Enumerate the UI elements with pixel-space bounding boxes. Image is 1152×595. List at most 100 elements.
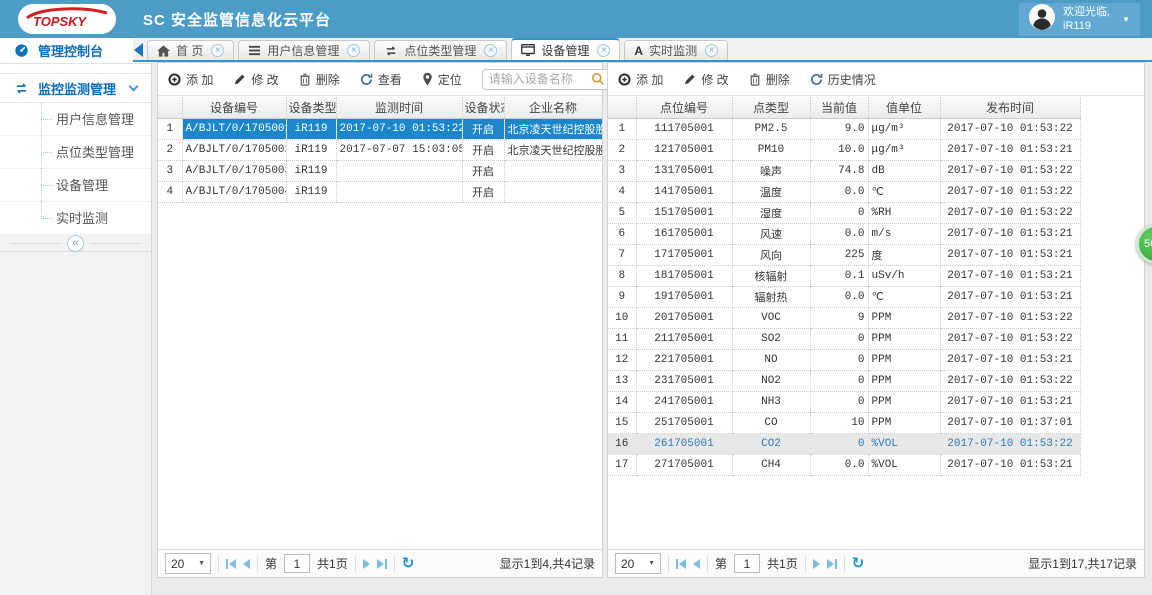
column-header[interactable] [608,97,637,119]
cell: 辐射热 [732,286,811,308]
table-row[interactable]: 6 161705001 风速 0.0 m/s 2017-07-10 01:53:21 [608,223,1081,245]
cell: %VOL [868,433,941,455]
page-number-input[interactable] [284,554,311,573]
cell: 0.0 [810,454,869,476]
table-row[interactable]: 3 131705001 噪声 74.8 dB 2017-07-10 01:53:22 [608,160,1081,182]
table-row[interactable]: 2 121705001 PM10 10.0 μg/m³ 2017-07-10 01:53:… [608,139,1081,161]
table-row[interactable]: 11 211705001 SO2 0 PPM 2017-07-10 01:53:22 [608,328,1081,350]
cell: 211705001 [636,328,733,350]
cell: 0.1 [810,265,869,287]
tab-home[interactable]: 首 页 × [147,40,235,60]
tab-point-type[interactable]: 点位类型管理 × [374,40,508,60]
sidebar-item-realtime[interactable]: 实时监测 [0,202,151,235]
row-number-cell: 3 [608,160,637,182]
locate-button[interactable]: 定位 [422,71,462,88]
table-row[interactable]: 14 241705001 NH3 0 PPM 2017-07-10 01:53:21 [608,391,1081,413]
row-number-cell: 2 [608,139,637,161]
page-size-select[interactable]: 20 ▼ [165,553,211,574]
column-header[interactable]: 点位编号 [636,97,733,119]
prev-page-button[interactable] [243,558,250,569]
table-row[interactable]: 3 A/BJLT/0/1705003 iR119 开启 [158,160,602,182]
prev-page-button[interactable] [693,558,700,569]
cell: 181705001 [636,265,733,287]
history-button[interactable]: 历史情况 [810,71,876,88]
table-row[interactable]: 2 A/BJLT/0/1705002 iR119 2017-07-07 15:03:0… [158,139,602,161]
tabs-scroll-left-icon[interactable] [134,43,143,57]
tab-device[interactable]: 设备管理 × [511,38,621,60]
table-row[interactable]: 15 251705001 CO 10 PPM 2017-07-10 01:37:01 [608,412,1081,434]
column-header[interactable]: 监测时间 [336,97,463,119]
delete-button[interactable]: 删除 [749,71,790,88]
table-row[interactable]: 4 A/BJLT/0/1705004 iR119 开启 [158,181,602,203]
column-header[interactable]: 发布时间 [940,97,1081,119]
cell: uSv/h [868,265,941,287]
table-row[interactable]: 7 171705001 风向 225 度 2017-07-10 01:53:21 [608,244,1081,266]
cell: NO2 [732,370,811,392]
tabs-container: 首 页 × 用户信息管理 × 点位类型管理 × 设备管理 × A 实时监测 × [147,38,729,60]
column-header[interactable]: 设备状态 [462,97,505,119]
next-page-button[interactable] [362,558,370,569]
row-number-cell: 15 [608,412,637,434]
cell: PPM [868,307,941,329]
first-page-button[interactable] [676,558,686,569]
welcome-text: 欢迎光临, iR119 [1063,5,1111,32]
table-row[interactable]: 1 111705001 PM2.5 9.0 μg/m³ 2017-07-10 01:53:… [608,118,1081,140]
page-number-input[interactable] [734,554,761,573]
table-row[interactable]: 5 151705001 湿度 0 %RH 2017-07-10 01:53:22 [608,202,1081,224]
loop-icon [384,45,398,57]
delete-button[interactable]: 删除 [299,71,340,88]
add-button[interactable]: 添 加 [168,71,213,88]
table-row[interactable]: 10 201705001 VOC 9 PPM 2017-07-10 01:53:22 [608,307,1081,329]
table-row[interactable]: 9 191705001 辐射热 0.0 ℃ 2017-07-10 01:53:21 [608,286,1081,308]
table-row[interactable]: 4 141705001 温度 0.0 ℃ 2017-07-10 01:53:22 [608,181,1081,203]
device-table: 设备编号设备类型监测时间设备状态企业名称1A/BJLT/0/1705001iR1… [158,97,602,548]
edit-button[interactable]: 修 改 [683,71,729,88]
sidebar-item-device[interactable]: 设备管理 [0,169,151,202]
cell: 225 [810,244,869,266]
add-button[interactable]: 添 加 [618,71,663,88]
cell: CO [732,412,811,434]
add-circle-icon [168,72,181,86]
view-button[interactable]: 查看 [360,71,402,88]
user-menu[interactable]: 欢迎光临, iR119 ▼ [1019,3,1140,36]
table-row[interactable]: 17 271705001 CH4 0.0 %VOL 2017-07-10 01:53:21 [608,454,1081,476]
column-header[interactable]: 设备编号 [182,97,287,119]
column-header[interactable]: 企业名称 [504,97,602,119]
tab-user-info[interactable]: 用户信息管理 × [238,40,371,60]
refresh-icon[interactable]: ↻ [402,556,415,571]
cell: 2017-07-10 01:53:21 [940,139,1081,161]
close-icon[interactable]: × [347,44,361,57]
row-number-cell: 1 [158,118,183,140]
table-row[interactable]: 13 231705001 NO2 0 PPM 2017-07-10 01:53:22 [608,370,1081,392]
column-header[interactable]: 值单位 [868,97,941,119]
page-size-select[interactable]: 20 ▼ [615,553,661,574]
sidebar-item-point-type[interactable]: 点位类型管理 [0,136,151,169]
column-header[interactable]: 点类型 [732,97,811,119]
sidebar-item-user-info[interactable]: 用户信息管理 [0,103,151,136]
close-icon[interactable]: × [211,44,225,57]
tab-realtime[interactable]: A 实时监测 × [624,40,729,60]
table-row[interactable]: 16 261705001 CO2 0 %VOL 2017-07-10 01:53:22 [608,433,1081,455]
last-page-button[interactable] [376,558,387,569]
table-row[interactable]: 8 181705001 核辐射 0.1 uSv/h 2017-07-10 01:53:21 [608,265,1081,287]
sidebar-item-console[interactable]: 管理控制台 [0,38,151,64]
sidebar-collapse-button[interactable]: « [0,234,151,252]
search-icon[interactable] [591,72,605,91]
cell: iR119 [286,139,337,161]
table-row[interactable]: 12 221705001 NO 0 PPM 2017-07-10 01:53:21 [608,349,1081,371]
close-icon[interactable]: × [597,43,611,57]
close-icon[interactable]: × [705,44,719,57]
sidebar-group-monitoring[interactable]: 监控监测管理 [0,73,151,103]
cell: A/BJLT/0/1705003 [182,160,287,182]
edit-button[interactable]: 修 改 [233,71,279,88]
cell: %VOL [868,454,941,476]
next-page-button[interactable] [812,558,820,569]
column-header[interactable]: 设备类型 [286,97,337,119]
last-page-button[interactable] [826,558,837,569]
column-header[interactable]: 当前值 [810,97,869,119]
table-row[interactable]: 1 A/BJLT/0/1705001 iR119 2017-07-10 01:53:2… [158,118,602,140]
refresh-icon[interactable]: ↻ [852,556,865,571]
column-header[interactable] [158,97,183,119]
close-icon[interactable]: × [484,44,498,57]
first-page-button[interactable] [226,558,236,569]
